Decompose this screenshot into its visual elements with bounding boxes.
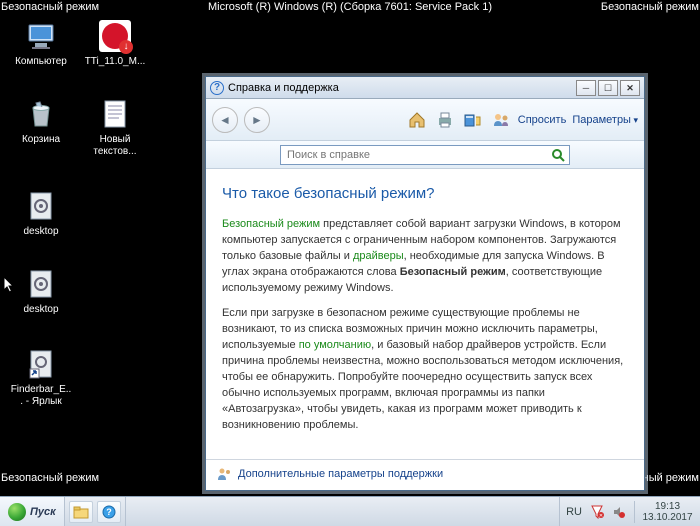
recyclebin-icon (25, 98, 57, 130)
desktop-icon-trendmicro[interactable]: ↓ TTi_11.0_M... (84, 20, 146, 68)
safemode-corner-bl: Безопасный режим (1, 472, 99, 484)
icon-label: TTi_11.0_M... (84, 56, 146, 68)
desktop-icon-desktopini-1[interactable]: desktop (10, 190, 72, 238)
help-paragraph-2: Если при загрузке в безопасном режиме су… (222, 306, 628, 434)
icon-label: desktop (10, 304, 72, 316)
search-button[interactable] (547, 146, 569, 164)
safemode-corner-tr: Безопасный режим (601, 1, 699, 13)
quicklaunch-help[interactable]: ? (97, 501, 121, 523)
support-icon (216, 466, 232, 482)
language-indicator[interactable]: RU (566, 506, 582, 518)
windows-orb-icon (8, 503, 26, 521)
back-button[interactable]: ◄ (212, 107, 238, 133)
help-icon: ? (210, 81, 224, 95)
window-titlebar[interactable]: ? Справка и поддержка ─ ☐ ✕ (206, 77, 644, 99)
home-icon[interactable] (406, 109, 428, 131)
clock-time: 19:13 (641, 501, 694, 512)
svg-text:✕: ✕ (599, 513, 603, 519)
options-link[interactable]: Параметры (572, 114, 638, 126)
shortcut-file-icon (25, 348, 57, 380)
icon-label: Компьютер (10, 56, 72, 68)
print-icon[interactable] (434, 109, 456, 131)
support-more-link[interactable]: Дополнительные параметры поддержки (238, 468, 443, 480)
os-build-title: Microsoft (R) Windows (R) (Сборка 7601: … (208, 1, 492, 13)
safemode-corner-tl: Безопасный режим (1, 1, 99, 13)
icon-label: Новый текстов... (84, 134, 146, 157)
trendmicro-icon: ↓ (99, 20, 131, 52)
search-input[interactable] (281, 149, 547, 161)
settings-file-icon (25, 190, 57, 222)
maximize-button[interactable]: ☐ (598, 80, 618, 96)
desktop-icon-textdoc[interactable]: Новый текстов... (84, 98, 146, 157)
forward-button[interactable]: ► (244, 107, 270, 133)
icon-label: Finderbar_E... - Ярлык (10, 384, 72, 407)
settings-file-icon (25, 268, 57, 300)
taskbar: Пуск ? RU ✕ 19:13 13.10.2017 (0, 496, 700, 526)
action-center-icon[interactable]: ✕ (590, 505, 604, 519)
ask-link[interactable]: Спросить (518, 114, 567, 126)
svg-text:?: ? (106, 507, 112, 517)
help-support-window: ? Справка и поддержка ─ ☐ ✕ ◄ ► Спросить… (205, 76, 645, 491)
system-tray: RU ✕ 19:13 13.10.2017 (559, 497, 700, 526)
help-footer: Дополнительные параметры поддержки (206, 459, 644, 490)
computer-icon (25, 20, 57, 52)
clock-date: 13.10.2017 (641, 512, 694, 523)
help-heading: Что такое безопасный режим? (222, 183, 628, 205)
browse-icon[interactable] (462, 109, 484, 131)
desktop-icon-recyclebin[interactable]: Корзина (10, 98, 72, 146)
help-content: Что такое безопасный режим? Безопасный р… (206, 169, 644, 459)
quicklaunch: ? (65, 497, 126, 526)
volume-icon[interactable] (612, 505, 626, 519)
icon-label: desktop (10, 226, 72, 238)
close-button[interactable]: ✕ (620, 80, 640, 96)
quicklaunch-explorer[interactable] (69, 501, 93, 523)
help-paragraph-1: Безопасный режим представляет собой вари… (222, 217, 628, 297)
help-searchbar (206, 141, 644, 169)
clock[interactable]: 19:13 13.10.2017 (634, 501, 694, 523)
desktop-icon-computer[interactable]: Компьютер (10, 20, 72, 68)
icon-label: Корзина (10, 134, 72, 146)
text-file-icon (99, 98, 131, 130)
minimize-button[interactable]: ─ (576, 80, 596, 96)
start-button[interactable]: Пуск (0, 497, 65, 526)
window-title: Справка и поддержка (228, 82, 576, 94)
desktop-icon-finderbar-shortcut[interactable]: Finderbar_E... - Ярлык (10, 348, 72, 407)
help-toolbar: ◄ ► Спросить Параметры (206, 99, 644, 141)
ask-someone-icon[interactable] (490, 109, 512, 131)
desktop-icon-desktopini-2[interactable]: desktop (10, 268, 72, 316)
start-label: Пуск (30, 506, 56, 518)
